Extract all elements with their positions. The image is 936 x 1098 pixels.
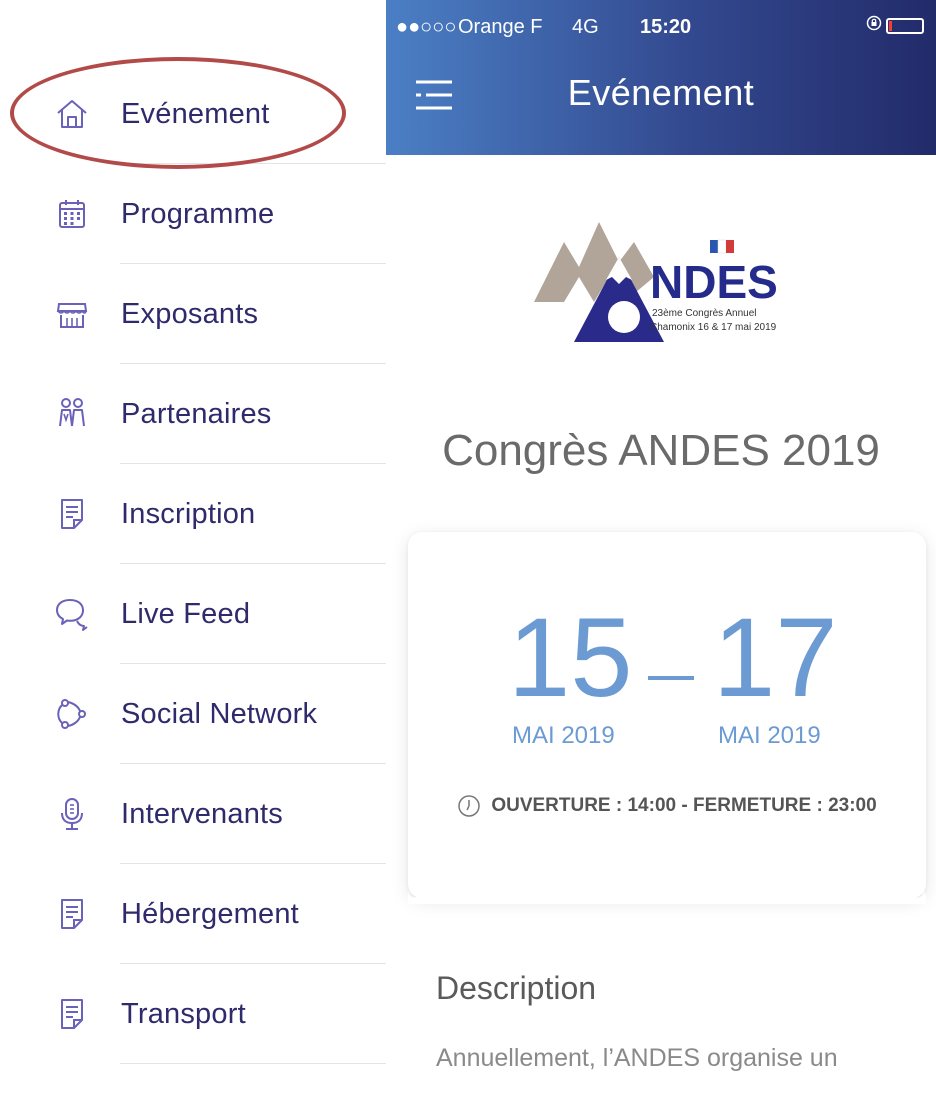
clock-icon <box>457 794 481 818</box>
end-day: 17 <box>713 595 838 720</box>
end-month: MAI 2019 <box>718 722 821 749</box>
sidebar-item-label: Partenaires <box>121 397 272 430</box>
sidebar-item-label: Hébergement <box>121 897 299 930</box>
logo-subtitle: 23ème Congrès Annuel <box>652 308 757 319</box>
sidebar-item-transport[interactable]: Transport <box>0 964 386 1064</box>
sidebar-item-label: Intervenants <box>121 797 283 830</box>
logo-location: Chamonix 16 & 17 mai 2019 <box>650 322 777 333</box>
card-scalloped-edge <box>408 892 926 904</box>
side-menu: Evénement Programme Exposants Partenaire… <box>0 0 386 1098</box>
logo-brand: NDES <box>650 256 778 308</box>
sidebar-item-intervenants[interactable]: Intervenants <box>0 764 386 864</box>
status-bar: ●●○○○ Orange F 4G 15:20 <box>386 10 936 46</box>
sidebar-item-social-network[interactable]: Social Network <box>0 664 386 764</box>
sidebar-item-hebergement[interactable]: Hébergement <box>0 864 386 964</box>
store-icon <box>50 292 94 336</box>
sidebar-item-label: Transport <box>121 997 246 1030</box>
document-icon <box>50 992 94 1036</box>
sidebar-item-exposants[interactable]: Exposants <box>0 264 386 364</box>
page-title: Evénement <box>567 72 755 113</box>
phone-screen: ●●○○○ Orange F 4G 15:20 Evénement NDES 2… <box>386 0 936 1098</box>
chat-bubbles-icon <box>50 592 94 636</box>
battery-icon <box>886 18 924 34</box>
start-month: MAI 2019 <box>512 722 615 749</box>
description-text: Annuellement, l’ANDES organise un <box>436 1044 838 1072</box>
sidebar-item-label: Exposants <box>121 297 259 330</box>
start-day: 15 <box>508 595 633 720</box>
sidebar-item-label: Evénement <box>121 97 270 130</box>
date-card: 15 17 MAI 2019 MAI 2019 OUVERTURE : 14:0… <box>408 532 926 904</box>
carrier-name: Orange F <box>458 16 543 38</box>
andes-logo: NDES 23ème Congrès Annuel Chamonix 16 & … <box>534 222 794 352</box>
document-icon <box>50 492 94 536</box>
network-icon <box>50 692 94 736</box>
opening-hours: OUVERTURE : 14:00 - FERMETURE : 23:00 <box>408 794 926 818</box>
date-separator <box>648 676 694 680</box>
app-header: ●●○○○ Orange F 4G 15:20 Evénement <box>386 0 936 155</box>
people-icon <box>50 392 94 436</box>
sidebar-item-programme[interactable]: Programme <box>0 164 386 264</box>
rotation-lock-icon <box>866 14 882 37</box>
microphone-icon <box>50 792 94 836</box>
description-heading: Description <box>436 970 597 1006</box>
calendar-icon <box>50 192 94 236</box>
sidebar-item-label: Inscription <box>121 497 256 530</box>
sidebar-item-evenement[interactable]: Evénement <box>0 64 386 164</box>
hours-text: OUVERTURE : 14:00 - FERMETURE : 23:00 <box>491 795 877 816</box>
divider <box>120 1063 386 1064</box>
document-icon <box>50 892 94 936</box>
sidebar-item-inscription[interactable]: Inscription <box>0 464 386 564</box>
network-type: 4G <box>572 16 599 38</box>
status-time: 15:20 <box>640 16 692 38</box>
sidebar-item-label: Social Network <box>121 697 318 730</box>
sidebar-item-label: Live Feed <box>121 597 251 630</box>
sidebar-item-live-feed[interactable]: Live Feed <box>0 564 386 664</box>
sidebar-item-label: Programme <box>121 197 275 230</box>
event-title: Congrès ANDES 2019 <box>442 426 880 475</box>
signal-strength: ●●○○○ <box>396 16 457 38</box>
home-icon <box>50 92 94 136</box>
sidebar-item-partenaires[interactable]: Partenaires <box>0 364 386 464</box>
